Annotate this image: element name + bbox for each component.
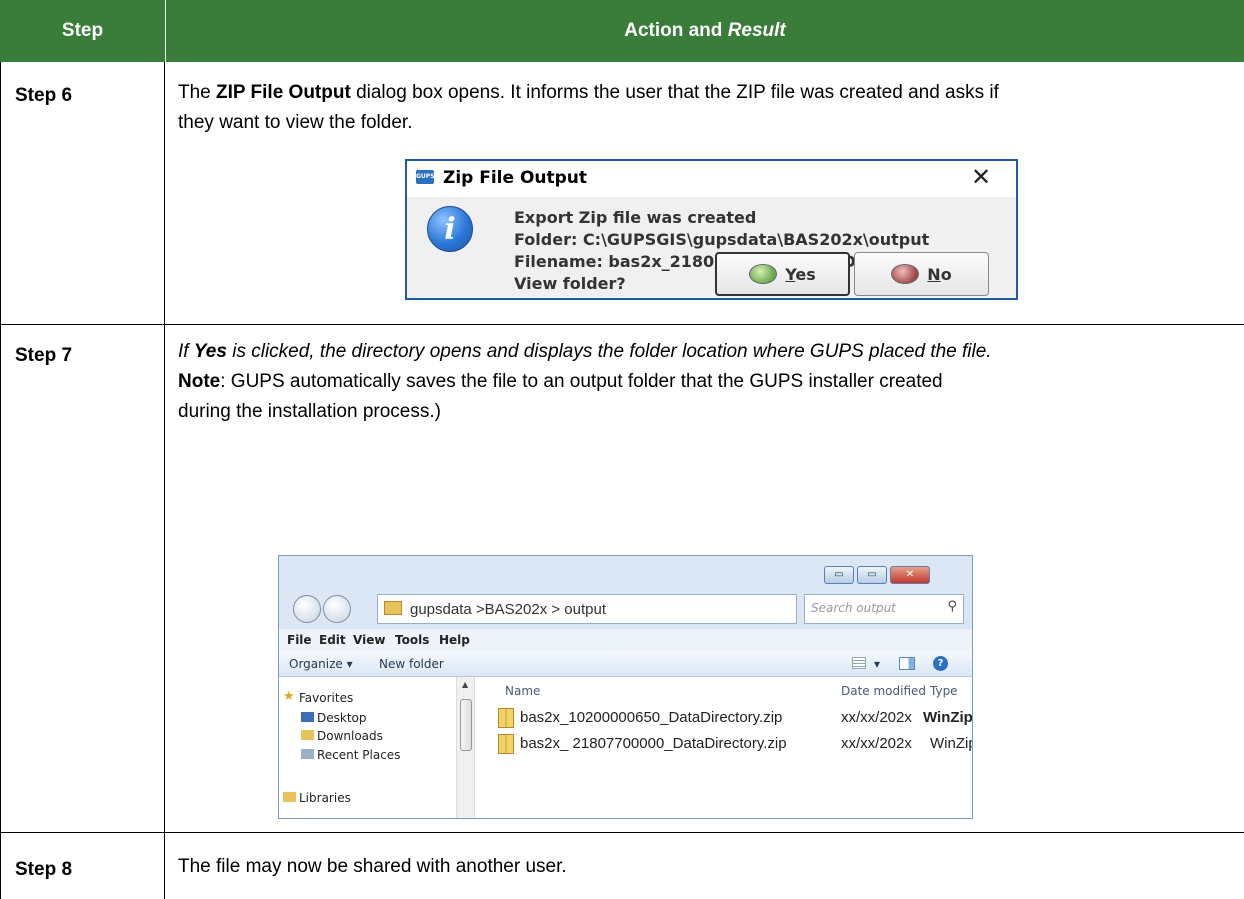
minimize-button[interactable]: ▭ bbox=[824, 566, 854, 584]
nav-scrollbar[interactable]: ▲ bbox=[457, 677, 475, 818]
no-button[interactable]: No bbox=[854, 252, 989, 296]
step-6-text-d: they want to view the folder. bbox=[178, 112, 413, 133]
yes-button[interactable]: Yes bbox=[715, 252, 850, 296]
back-button[interactable] bbox=[293, 595, 321, 623]
red-orb-icon bbox=[891, 264, 920, 284]
command-toolbar: Organize ▾ New folder ▾ ? bbox=[279, 651, 972, 677]
close-window-button[interactable]: ✕ bbox=[890, 566, 930, 584]
info-icon: i bbox=[427, 206, 473, 252]
column-type[interactable]: Type bbox=[930, 684, 958, 698]
navigation-pane: ★ Favorites Desktop Downloads Recent Plac… bbox=[279, 677, 457, 818]
nav-desktop[interactable]: Desktop bbox=[301, 711, 367, 725]
header-action-result: Action and Result bbox=[165, 0, 1244, 62]
view-options-icon[interactable] bbox=[852, 657, 866, 669]
step-6-text-bold: ZIP File Output bbox=[216, 82, 351, 103]
menu-help[interactable]: Help bbox=[439, 633, 470, 647]
nav-downloads[interactable]: Downloads bbox=[301, 729, 383, 743]
close-icon[interactable]: ✕ bbox=[971, 163, 991, 191]
left-border bbox=[0, 62, 1, 899]
header-result-text: Result bbox=[727, 20, 786, 41]
address-bar[interactable]: gupsdata >BAS202x > output ▾ ↚ bbox=[377, 594, 868, 624]
file-date: xx/xx/202x bbox=[841, 735, 912, 752]
file-type: WinZip File bbox=[930, 735, 973, 752]
zip-file-icon bbox=[498, 734, 514, 754]
forward-button[interactable] bbox=[323, 595, 351, 623]
folder-icon bbox=[384, 601, 402, 615]
dialog-titlebar: GUPS Zip File Output ✕ bbox=[407, 161, 1016, 197]
menu-view[interactable]: View bbox=[353, 633, 385, 647]
green-orb-icon bbox=[749, 264, 778, 284]
menu-tools[interactable]: Tools bbox=[395, 633, 429, 647]
search-icon[interactable]: ⚲ bbox=[947, 599, 957, 614]
zip-file-output-dialog: GUPS Zip File Output ✕ i Export Zip file… bbox=[405, 159, 1018, 300]
header-step: Step bbox=[61, 20, 104, 41]
view-dropdown-icon[interactable]: ▾ bbox=[874, 657, 880, 671]
column-date-modified[interactable]: Date modified bbox=[841, 684, 926, 698]
file-name: bas2x_ 21807700000_DataDirectory.zip bbox=[520, 735, 787, 752]
maximize-button[interactable]: ▭ bbox=[857, 566, 887, 584]
explorer-window: ▭ ▭ ✕ gupsdata >BAS202x > output ▾ ↚ Sea… bbox=[278, 555, 973, 819]
step-6-label: Step 6 bbox=[15, 85, 73, 106]
file-type: WinZip File bbox=[923, 709, 973, 726]
file-name: bas2x_10200000650_DataDirectory.zip bbox=[520, 709, 783, 726]
step-6-text-a: The bbox=[178, 82, 217, 103]
new-folder-button[interactable]: New folder bbox=[379, 657, 444, 671]
step-8-description: The file may now be shared with another … bbox=[178, 856, 567, 877]
file-row[interactable]: bas2x_10200000650_DataDirectory.zip xx/x… bbox=[475, 705, 972, 731]
menu-edit[interactable]: Edit bbox=[319, 633, 346, 647]
address-path: gupsdata >BAS202x > output bbox=[410, 601, 606, 618]
step-8-label: Step 8 bbox=[15, 859, 73, 880]
file-list: Name Date modified Type bas2x_1020000065… bbox=[475, 677, 972, 818]
dialog-title: Zip File Output bbox=[443, 168, 588, 188]
dialog-body: i Export Zip file was created Folder: C:… bbox=[407, 197, 1016, 298]
table-header: Step Action and Result bbox=[0, 0, 1244, 62]
preview-pane-icon[interactable] bbox=[899, 657, 915, 670]
step-7-description: If Yes is clicked, the directory opens a… bbox=[178, 337, 1238, 427]
step-7-text-line3: during the installation process.) bbox=[178, 401, 441, 422]
message-line-2: Folder: C:\GUPSGIS\gupsdata\BAS202x\outp… bbox=[514, 230, 930, 249]
row-divider-2 bbox=[0, 832, 1244, 833]
libraries-icon bbox=[283, 792, 296, 802]
help-icon[interactable]: ? bbox=[933, 656, 948, 671]
step-6-text-c: dialog box opens. It informs the user th… bbox=[350, 82, 999, 103]
step-7-label: Step 7 bbox=[15, 345, 73, 366]
downloads-icon bbox=[301, 730, 314, 740]
zip-file-icon bbox=[498, 708, 514, 728]
no-label: No bbox=[927, 264, 952, 284]
star-icon: ★ bbox=[283, 689, 295, 704]
yes-label: Yes bbox=[785, 264, 816, 284]
nav-recent-places[interactable]: Recent Places bbox=[301, 748, 400, 762]
menu-file[interactable]: File bbox=[287, 633, 312, 647]
scroll-thumb[interactable] bbox=[460, 699, 472, 751]
file-date: xx/xx/202x bbox=[841, 709, 912, 726]
step-7-text-a: If bbox=[178, 341, 194, 362]
step-7-text-c: is clicked, the directory opens and disp… bbox=[226, 341, 992, 362]
nav-favorites[interactable]: ★ Favorites bbox=[283, 689, 353, 705]
organize-button[interactable]: Organize ▾ bbox=[289, 657, 353, 671]
gups-app-icon: GUPS bbox=[416, 170, 435, 184]
message-line-1: Export Zip file was created bbox=[514, 208, 757, 227]
step-7-yes-bold: Yes bbox=[193, 341, 227, 362]
row-divider-1 bbox=[0, 324, 1244, 325]
step-7-note-text: : GUPS automatically saves the file to a… bbox=[220, 371, 943, 392]
header-action-text: Action and bbox=[624, 20, 723, 41]
column-name[interactable]: Name bbox=[505, 684, 540, 698]
step-6-description: The ZIP File Output dialog box opens. It… bbox=[178, 78, 1228, 138]
column-divider bbox=[164, 62, 165, 899]
file-row[interactable]: bas2x_ 21807700000_DataDirectory.zip xx/… bbox=[475, 731, 972, 757]
step-7-note-label: Note bbox=[178, 371, 221, 392]
search-input[interactable]: Search output ⚲ bbox=[804, 594, 964, 624]
menu-bar: File Edit View Tools Help bbox=[279, 629, 972, 651]
nav-libraries[interactable]: Libraries bbox=[283, 791, 351, 805]
desktop-icon bbox=[301, 712, 314, 722]
scroll-up-icon[interactable]: ▲ bbox=[462, 680, 468, 689]
search-placeholder: Search output bbox=[811, 601, 896, 615]
recent-places-icon bbox=[301, 749, 314, 759]
